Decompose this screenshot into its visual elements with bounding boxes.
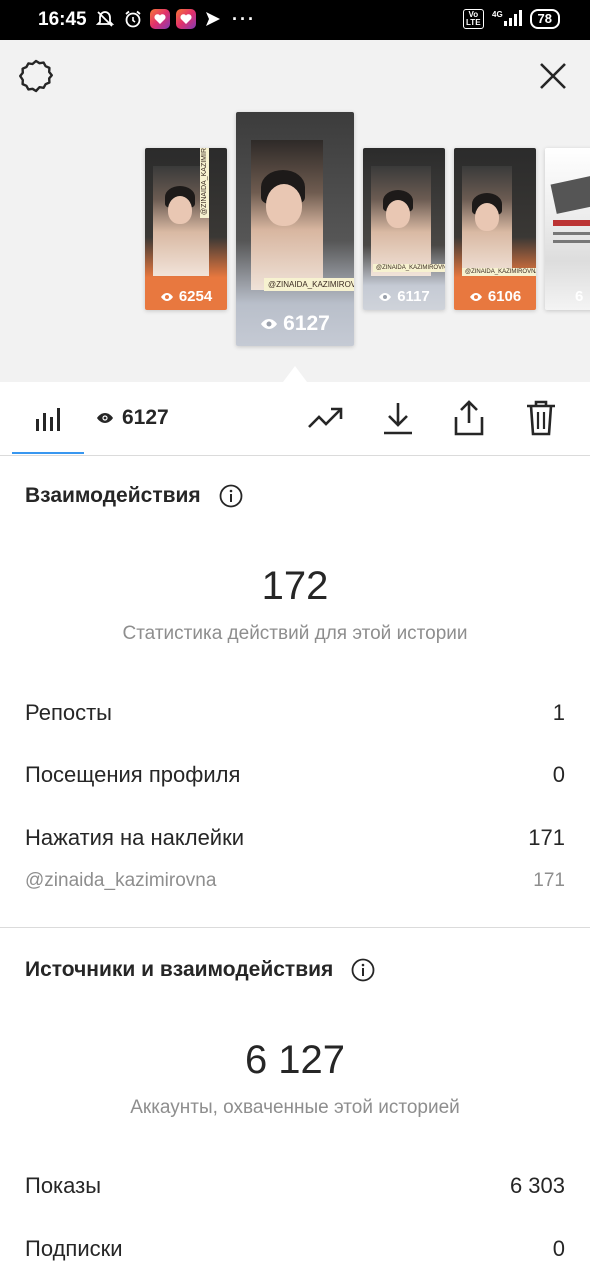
bar-chart-icon: [36, 407, 60, 431]
volte-icon: Vo LTE: [463, 9, 484, 29]
story-thumbnail[interactable]: 6: [545, 148, 590, 310]
thumbnail-views: 6: [545, 288, 590, 305]
info-icon: [351, 958, 375, 982]
view-count: 6127: [122, 406, 169, 429]
eye-icon: [379, 292, 392, 301]
gear-icon: [19, 59, 53, 93]
svg-text:4G: 4G: [492, 10, 503, 19]
stat-row-sticker-taps: Нажатия на наклейки 171: [25, 825, 565, 851]
stat-value: 6 303: [509, 1173, 565, 1198]
mention-sticker: @ZINAIDA_KAZIMIROVNA: [462, 268, 536, 276]
instagram-notification-icon: [150, 9, 170, 29]
discovery-title: Источники и взаимодействия: [25, 958, 375, 982]
trend-up-icon: [308, 407, 343, 428]
status-icons: ···: [94, 8, 256, 30]
stat-label: Посещения профиля: [25, 762, 241, 787]
thumbnail-views: 6254: [145, 288, 227, 305]
interactions-total: 172: [261, 564, 329, 608]
insights-tab[interactable]: [12, 382, 84, 455]
thumbnail-views-count: 6254: [178, 288, 213, 305]
section-divider: [0, 927, 590, 928]
info-button[interactable]: [219, 484, 243, 508]
interactions-title-text: Взаимодействия: [25, 484, 201, 507]
mention-sticker: @ZINAIDA_KAZIMIROVNA: [264, 278, 354, 291]
signal-icon: 4G: [492, 9, 522, 29]
download-button[interactable]: [378, 398, 418, 438]
delete-button[interactable]: [521, 398, 561, 438]
stat-label: Подписки: [25, 1236, 123, 1261]
reach-total: 6 127: [244, 1038, 346, 1082]
status-time: 16:45: [38, 9, 87, 30]
stat-value: 1: [552, 700, 565, 725]
more-notifications-icon: ···: [232, 8, 256, 29]
stat-row-sticker-mention[interactable]: @zinaida_kazimirovna 171: [25, 870, 565, 892]
status-bar: 16:45 ··· Vo LTE 4G 78: [0, 0, 590, 40]
stat-row-follows: Подписки 0: [25, 1236, 565, 1262]
info-button[interactable]: [351, 958, 375, 982]
stat-row-profile-visits: Посещения профиля 0: [25, 762, 565, 788]
eye-icon: [261, 319, 278, 329]
story-thumbnail[interactable]: @ZINAIDA_KAZIMIROVNA 6117: [363, 148, 445, 310]
stat-value: 0: [552, 1236, 565, 1261]
status-right: Vo LTE 4G 78: [463, 9, 560, 29]
stat-row-impressions: Показы 6 303: [25, 1173, 565, 1199]
eye-icon: [97, 413, 113, 423]
instagram-notification-icon-2: [176, 9, 196, 29]
thumbnail-views: 6117: [363, 288, 445, 305]
insights-toolbar: 6127: [0, 382, 590, 456]
direct-message-icon: [202, 8, 224, 30]
thumbnail-views-count: 6: [575, 288, 584, 305]
interactions-subtitle: Статистика действий для этой истории: [122, 623, 468, 644]
settings-button[interactable]: [16, 56, 56, 96]
story-thumbnail-selected[interactable]: @ZINAIDA_KAZIMIROVNA 6127: [236, 112, 354, 346]
stat-value: 171: [528, 825, 565, 850]
active-tab-indicator: [12, 452, 84, 454]
stat-value: 171: [533, 870, 565, 891]
eye-icon: [469, 292, 482, 301]
share-icon: [454, 400, 484, 436]
story-thumbnail[interactable]: @ZINAIDA_KAZIMIROVNA 6254: [145, 148, 227, 310]
share-button[interactable]: [449, 398, 489, 438]
info-icon: [219, 484, 243, 508]
stat-label: Репосты: [25, 700, 112, 725]
thumbnail-views-count: 6106: [487, 288, 522, 305]
close-button[interactable]: [533, 56, 573, 96]
stat-label: Нажатия на наклейки: [25, 825, 245, 850]
stat-value: 0: [552, 762, 565, 787]
stat-row-reposts: Репосты 1: [25, 700, 565, 726]
interactions-title: Взаимодействия: [25, 484, 243, 508]
viewers-button[interactable]: 6127: [96, 406, 169, 430]
selected-caret: [283, 366, 307, 382]
notifications-off-icon: [94, 8, 116, 30]
stat-label: @zinaida_kazimirovna: [25, 870, 217, 891]
discovery-title-text: Источники и взаимодействия: [25, 958, 334, 981]
thumbnail-views: 6127: [236, 312, 354, 336]
thumbnail-views-count: 6117: [397, 288, 430, 305]
thumbnail-views: 6106: [454, 288, 536, 305]
stat-label: Показы: [25, 1173, 102, 1198]
promote-button[interactable]: [306, 398, 346, 438]
story-preview-strip: @ZINAIDA_KAZIMIROVNA 6254 @ZINAIDA_KAZIM…: [0, 40, 590, 382]
eye-icon: [160, 292, 173, 301]
story-thumbnail[interactable]: @ZINAIDA_KAZIMIROVNA 6106: [454, 148, 536, 310]
mention-sticker: @ZINAIDA_KAZIMIROVNA: [200, 148, 209, 218]
alarm-icon: [122, 8, 144, 30]
thumbnail-views-count: 6127: [283, 312, 330, 335]
trash-icon: [527, 400, 555, 436]
download-icon: [384, 403, 412, 435]
close-icon: [540, 63, 566, 89]
reach-subtitle: Аккаунты, охваченные этой историей: [130, 1097, 460, 1118]
battery-indicator: 78: [529, 9, 560, 29]
mention-sticker: @ZINAIDA_KAZIMIROVNA: [373, 264, 445, 272]
